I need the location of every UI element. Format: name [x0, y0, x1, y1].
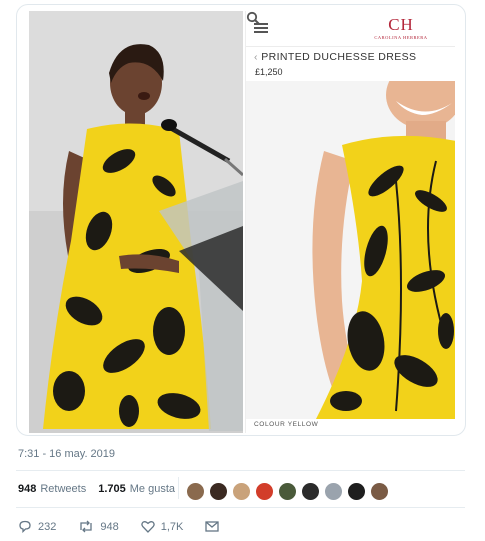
- like-button[interactable]: 1,7K: [140, 520, 184, 533]
- avatar[interactable]: [209, 482, 228, 501]
- avatar[interactable]: [301, 482, 320, 501]
- retweet-button[interactable]: 948: [78, 520, 119, 533]
- retweets-count: 948: [18, 483, 37, 495]
- speaker-illustration: [29, 11, 243, 433]
- retweets-stat[interactable]: 948 Retweets: [18, 483, 86, 495]
- likes-stat[interactable]: 1.705 Me gusta: [98, 483, 175, 495]
- tweet-timestamp[interactable]: 7:31 - 16 may. 2019: [18, 448, 115, 460]
- direct-message-button[interactable]: [205, 521, 225, 532]
- brand-logo: CH: [388, 15, 414, 34]
- envelope-icon: [205, 521, 220, 532]
- likes-count: 1.705: [98, 483, 126, 495]
- avatar[interactable]: [347, 482, 366, 501]
- retweet-icon: [80, 520, 93, 533]
- tweet-actions: 232 948 1,7K: [18, 520, 247, 533]
- retweets-label: Retweets: [40, 483, 87, 495]
- likes-label: Me gusta: [129, 483, 175, 495]
- product-price: £1,250: [255, 67, 283, 77]
- like-count: 1,7K: [160, 520, 184, 533]
- tweet-stats: 948 Retweets 1.705 Me gusta: [18, 483, 187, 495]
- stats-separator: [178, 477, 179, 499]
- tweet-media[interactable]: CH CAROLINA HERRERA ‹ PRINTED DUCHESSE D…: [16, 4, 466, 436]
- search-icon: [246, 11, 260, 25]
- liker-avatars[interactable]: [186, 482, 393, 501]
- avatar[interactable]: [324, 482, 343, 501]
- heart-icon: [140, 521, 155, 533]
- reply-button[interactable]: 232: [18, 520, 56, 533]
- brand-name: CAROLINA HERRERA: [374, 35, 428, 40]
- reply-count: 232: [38, 520, 57, 533]
- avatar[interactable]: [186, 482, 205, 501]
- product-title-text: PRINTED DUCHESSE DRESS: [261, 51, 417, 63]
- avatar[interactable]: [255, 482, 274, 501]
- product-image: [246, 81, 455, 419]
- shop-screenshot[interactable]: CH CAROLINA HERRERA ‹ PRINTED DUCHESSE D…: [245, 11, 455, 433]
- avatar[interactable]: [278, 482, 297, 501]
- shop-header: CH CAROLINA HERRERA: [246, 11, 455, 47]
- model-illustration: [246, 81, 455, 419]
- divider: [16, 470, 465, 471]
- avatar[interactable]: [370, 482, 389, 501]
- reply-icon: [19, 520, 31, 533]
- avatar[interactable]: [232, 482, 251, 501]
- colour-label: COLOUR YELLOW: [254, 421, 319, 428]
- divider: [16, 507, 465, 508]
- product-title: ‹ PRINTED DUCHESSE DRESS: [254, 51, 454, 63]
- retweet-count: 948: [100, 520, 119, 533]
- speaker-photo[interactable]: [29, 11, 243, 433]
